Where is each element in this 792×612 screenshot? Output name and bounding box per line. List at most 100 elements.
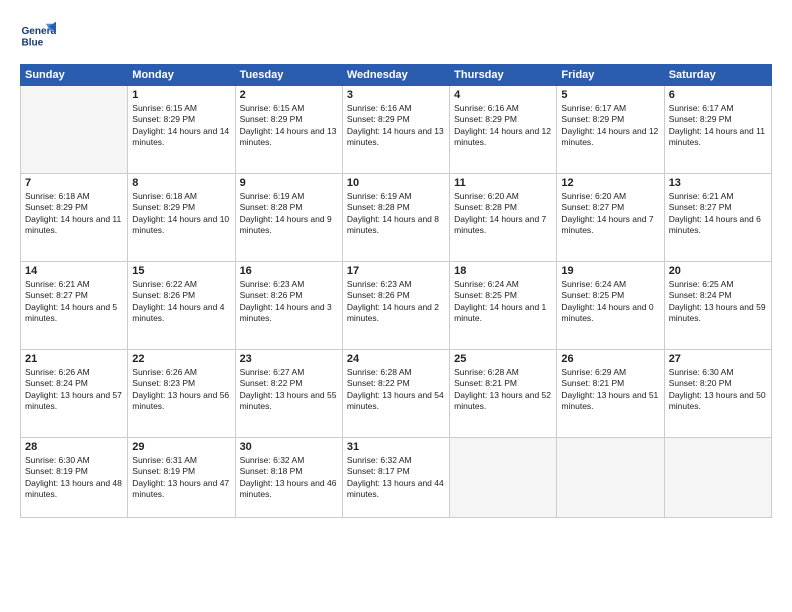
day-number: 8 <box>132 177 230 189</box>
day-number: 30 <box>240 441 338 453</box>
weekday-header: Sunday <box>21 65 128 86</box>
day-number: 20 <box>669 265 767 277</box>
calendar-cell: 13 Sunrise: 6:21 AMSunset: 8:27 PMDayligh… <box>664 174 771 262</box>
day-number: 19 <box>561 265 659 277</box>
day-number: 6 <box>669 89 767 101</box>
calendar-cell <box>21 86 128 174</box>
calendar-cell: 9Sunrise: 6:19 AMSunset: 8:28 PMDaylight… <box>235 174 342 262</box>
day-number: 29 <box>132 441 230 453</box>
cell-sun-info: Sunrise: 6:18 AMSunset: 8:29 PMDaylight:… <box>25 191 123 237</box>
calendar-cell: 27 Sunrise: 6:30 AMSunset: 8:20 PMDayligh… <box>664 350 771 438</box>
day-number: 3 <box>347 89 445 101</box>
calendar-week-row: 7 Sunrise: 6:18 AMSunset: 8:29 PMDaylight… <box>21 174 772 262</box>
logo: General Blue <box>20 18 56 54</box>
calendar-cell: 22 Sunrise: 6:26 AMSunset: 8:23 PMDayligh… <box>128 350 235 438</box>
calendar-cell: 24 Sunrise: 6:28 AMSunset: 8:22 PMDayligh… <box>342 350 449 438</box>
day-number: 1 <box>132 89 230 101</box>
calendar-cell: 1 Sunrise: 6:15 AMSunset: 8:29 PMDaylight… <box>128 86 235 174</box>
calendar-cell: 2Sunrise: 6:15 AMSunset: 8:29 PMDaylight… <box>235 86 342 174</box>
calendar-week-row: 14 Sunrise: 6:21 AMSunset: 8:27 PMDayligh… <box>21 262 772 350</box>
cell-sun-info: Sunrise: 6:32 AMSunset: 8:18 PMDaylight:… <box>240 455 338 501</box>
cell-sun-info: Sunrise: 6:16 AMSunset: 8:29 PMDaylight:… <box>454 103 552 149</box>
day-number: 2 <box>240 89 338 101</box>
calendar-table: SundayMondayTuesdayWednesdayThursdayFrid… <box>20 64 772 518</box>
cell-sun-info: Sunrise: 6:21 AMSunset: 8:27 PMDaylight:… <box>25 279 123 325</box>
cell-sun-info: Sunrise: 6:28 AMSunset: 8:22 PMDaylight:… <box>347 367 445 413</box>
calendar-week-row: 21 Sunrise: 6:26 AMSunset: 8:24 PMDayligh… <box>21 350 772 438</box>
weekday-header: Monday <box>128 65 235 86</box>
calendar-cell <box>557 438 664 518</box>
cell-sun-info: Sunrise: 6:24 AMSunset: 8:25 PMDaylight:… <box>454 279 552 325</box>
calendar-cell: 6 Sunrise: 6:17 AMSunset: 8:29 PMDaylight… <box>664 86 771 174</box>
day-number: 23 <box>240 353 338 365</box>
day-number: 31 <box>347 441 445 453</box>
weekday-header: Friday <box>557 65 664 86</box>
calendar-cell: 16 Sunrise: 6:23 AMSunset: 8:26 PMDayligh… <box>235 262 342 350</box>
cell-sun-info: Sunrise: 6:30 AMSunset: 8:19 PMDaylight:… <box>25 455 123 501</box>
calendar-cell: 14 Sunrise: 6:21 AMSunset: 8:27 PMDayligh… <box>21 262 128 350</box>
calendar-cell: 25 Sunrise: 6:28 AMSunset: 8:21 PMDayligh… <box>450 350 557 438</box>
calendar-cell: 17Sunrise: 6:23 AMSunset: 8:26 PMDayligh… <box>342 262 449 350</box>
day-number: 9 <box>240 177 338 189</box>
day-number: 21 <box>25 353 123 365</box>
day-number: 28 <box>25 441 123 453</box>
cell-sun-info: Sunrise: 6:18 AMSunset: 8:29 PMDaylight:… <box>132 191 230 237</box>
calendar-cell: 3 Sunrise: 6:16 AMSunset: 8:29 PMDaylight… <box>342 86 449 174</box>
cell-sun-info: Sunrise: 6:30 AMSunset: 8:20 PMDaylight:… <box>669 367 767 413</box>
page-header: General Blue <box>20 18 772 54</box>
calendar-cell: 26Sunrise: 6:29 AMSunset: 8:21 PMDayligh… <box>557 350 664 438</box>
calendar-cell: 11 Sunrise: 6:20 AMSunset: 8:28 PMDayligh… <box>450 174 557 262</box>
day-number: 24 <box>347 353 445 365</box>
calendar-cell: 31Sunrise: 6:32 AMSunset: 8:17 PMDayligh… <box>342 438 449 518</box>
day-number: 26 <box>561 353 659 365</box>
cell-sun-info: Sunrise: 6:25 AMSunset: 8:24 PMDaylight:… <box>669 279 767 325</box>
day-number: 14 <box>25 265 123 277</box>
weekday-header: Saturday <box>664 65 771 86</box>
calendar-cell: 28 Sunrise: 6:30 AMSunset: 8:19 PMDayligh… <box>21 438 128 518</box>
svg-text:Blue: Blue <box>21 37 43 48</box>
day-number: 13 <box>669 177 767 189</box>
day-number: 18 <box>454 265 552 277</box>
cell-sun-info: Sunrise: 6:28 AMSunset: 8:21 PMDaylight:… <box>454 367 552 413</box>
cell-sun-info: Sunrise: 6:21 AMSunset: 8:27 PMDaylight:… <box>669 191 767 237</box>
day-number: 16 <box>240 265 338 277</box>
cell-sun-info: Sunrise: 6:23 AMSunset: 8:26 PMDaylight:… <box>347 279 445 325</box>
calendar-cell: 18 Sunrise: 6:24 AMSunset: 8:25 PMDayligh… <box>450 262 557 350</box>
day-number: 25 <box>454 353 552 365</box>
cell-sun-info: Sunrise: 6:31 AMSunset: 8:19 PMDaylight:… <box>132 455 230 501</box>
cell-sun-info: Sunrise: 6:17 AMSunset: 8:29 PMDaylight:… <box>561 103 659 149</box>
calendar-cell: 5 Sunrise: 6:17 AMSunset: 8:29 PMDaylight… <box>557 86 664 174</box>
cell-sun-info: Sunrise: 6:19 AMSunset: 8:28 PMDaylight:… <box>347 191 445 237</box>
calendar-cell <box>450 438 557 518</box>
cell-sun-info: Sunrise: 6:23 AMSunset: 8:26 PMDaylight:… <box>240 279 338 325</box>
cell-sun-info: Sunrise: 6:20 AMSunset: 8:27 PMDaylight:… <box>561 191 659 237</box>
cell-sun-info: Sunrise: 6:20 AMSunset: 8:28 PMDaylight:… <box>454 191 552 237</box>
day-number: 7 <box>25 177 123 189</box>
day-number: 5 <box>561 89 659 101</box>
calendar-cell <box>664 438 771 518</box>
cell-sun-info: Sunrise: 6:26 AMSunset: 8:24 PMDaylight:… <box>25 367 123 413</box>
cell-sun-info: Sunrise: 6:22 AMSunset: 8:26 PMDaylight:… <box>132 279 230 325</box>
calendar-cell: 7 Sunrise: 6:18 AMSunset: 8:29 PMDaylight… <box>21 174 128 262</box>
calendar-cell: 30 Sunrise: 6:32 AMSunset: 8:18 PMDayligh… <box>235 438 342 518</box>
calendar-cell: 23 Sunrise: 6:27 AMSunset: 8:22 PMDayligh… <box>235 350 342 438</box>
cell-sun-info: Sunrise: 6:16 AMSunset: 8:29 PMDaylight:… <box>347 103 445 149</box>
day-number: 15 <box>132 265 230 277</box>
calendar-cell: 21 Sunrise: 6:26 AMSunset: 8:24 PMDayligh… <box>21 350 128 438</box>
day-number: 22 <box>132 353 230 365</box>
cell-sun-info: Sunrise: 6:26 AMSunset: 8:23 PMDaylight:… <box>132 367 230 413</box>
calendar-cell: 29 Sunrise: 6:31 AMSunset: 8:19 PMDayligh… <box>128 438 235 518</box>
calendar-cell: 8 Sunrise: 6:18 AMSunset: 8:29 PMDaylight… <box>128 174 235 262</box>
day-number: 11 <box>454 177 552 189</box>
day-number: 27 <box>669 353 767 365</box>
calendar-cell: 12Sunrise: 6:20 AMSunset: 8:27 PMDayligh… <box>557 174 664 262</box>
day-number: 4 <box>454 89 552 101</box>
calendar-cell: 20 Sunrise: 6:25 AMSunset: 8:24 PMDayligh… <box>664 262 771 350</box>
cell-sun-info: Sunrise: 6:17 AMSunset: 8:29 PMDaylight:… <box>669 103 767 149</box>
calendar-cell: 15 Sunrise: 6:22 AMSunset: 8:26 PMDayligh… <box>128 262 235 350</box>
cell-sun-info: Sunrise: 6:15 AMSunset: 8:29 PMDaylight:… <box>132 103 230 149</box>
day-number: 10 <box>347 177 445 189</box>
logo-icon: General Blue <box>20 18 56 54</box>
cell-sun-info: Sunrise: 6:27 AMSunset: 8:22 PMDaylight:… <box>240 367 338 413</box>
calendar-cell: 4 Sunrise: 6:16 AMSunset: 8:29 PMDaylight… <box>450 86 557 174</box>
